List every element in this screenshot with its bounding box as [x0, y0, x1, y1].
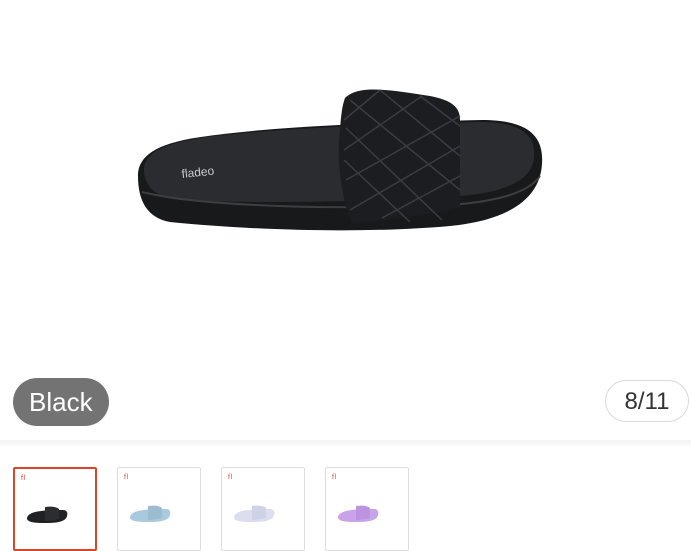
product-image: fladeo	[138, 89, 543, 231]
product-image-gallery[interactable]: fladeo Black 8/11	[0, 0, 691, 440]
thumbnail-brand-mark: fl	[332, 474, 337, 481]
thumbnail-black[interactable]: fl	[13, 467, 97, 551]
thumbnail-light-blue[interactable]: fl	[117, 467, 201, 551]
thumbnail-lavender[interactable]: fl	[221, 467, 305, 551]
color-thumbnail-strip: fl fl fl fl	[0, 446, 691, 551]
sandal-thumbnail-icon	[27, 506, 68, 523]
image-counter: 8/11	[605, 380, 689, 422]
thumbnail-brand-mark: fl	[124, 474, 129, 481]
sandal-thumbnail-icon	[130, 505, 171, 522]
thumbnail-purple[interactable]: fl	[325, 467, 409, 551]
sandal-thumbnail-icon	[234, 505, 275, 522]
thumbnail-brand-mark: fl	[228, 474, 233, 481]
selected-color-label: Black	[13, 378, 109, 426]
sandal-thumbnail-icon	[338, 505, 379, 522]
thumbnail-brand-mark: fl	[21, 475, 26, 482]
